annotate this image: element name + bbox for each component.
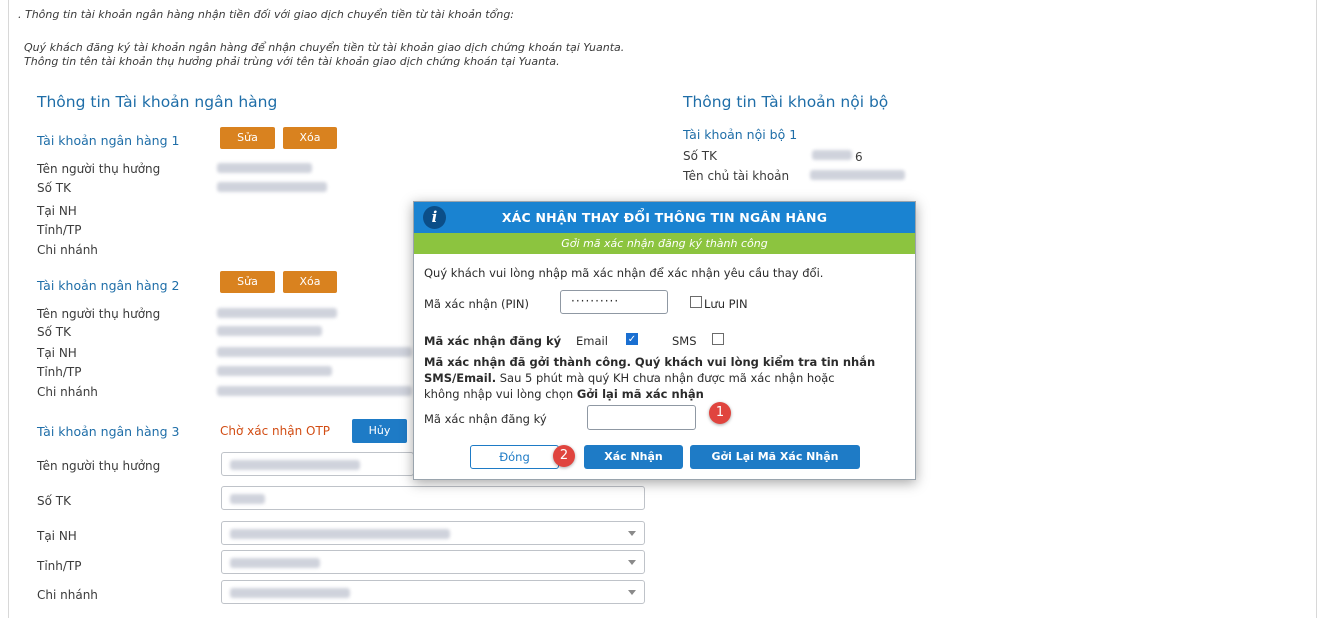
- acc2-account-no-value: [217, 326, 322, 336]
- reg-code-label: Mã xác nhận đăng ký: [424, 412, 547, 426]
- internal-owner-label: Tên chủ tài khoản: [683, 169, 790, 183]
- edit-account-1-button[interactable]: Sửa: [220, 127, 275, 149]
- intro-line-1: . Thông tin tài khoản ngân hàng nhận tiề…: [18, 8, 515, 21]
- internal-account-no-label: Số TK: [683, 149, 717, 163]
- acc1-account-no-label: Số TK: [37, 181, 71, 195]
- confirm-change-dialog: i XÁC NHẬN THAY ĐỔI THÔNG TIN NGÂN HÀNG …: [413, 201, 916, 480]
- acc3-bank-label: Tại NH: [37, 529, 77, 543]
- email-checkbox[interactable]: ✓: [626, 333, 638, 345]
- otp-status-label: Chờ xác nhận OTP: [220, 424, 331, 438]
- pin-label: Mã xác nhận (PIN): [424, 297, 529, 311]
- sms-label: SMS: [672, 334, 697, 348]
- intro-line-2: Quý khách đăng ký tài khoản ngân hàng để…: [24, 41, 625, 54]
- acc3-branch-select[interactable]: [221, 580, 645, 604]
- step-1-badge: 1: [709, 402, 731, 424]
- cancel-account-3-button[interactable]: Hủy: [352, 419, 407, 443]
- notice-line-3-text: không nhập vui lòng chọn: [424, 387, 577, 401]
- chevron-down-icon: [628, 531, 636, 536]
- success-banner: Gởi mã xác nhận đăng ký thành công: [414, 233, 915, 254]
- acc2-branch-value: [217, 386, 412, 396]
- reg-code-input[interactable]: [587, 405, 696, 430]
- acc2-bank-value: [217, 347, 412, 357]
- sms-checkbox[interactable]: [712, 333, 724, 345]
- acc1-province-label: Tỉnh/TP: [37, 223, 82, 237]
- acc2-bank-label: Tại NH: [37, 346, 77, 360]
- dialog-title: XÁC NHẬN THAY ĐỔI THÔNG TIN NGÂN HÀNG: [501, 210, 828, 225]
- acc2-account-no-label: Số TK: [37, 325, 71, 339]
- save-pin-checkbox[interactable]: [690, 296, 702, 308]
- confirm-button[interactable]: Xác Nhận: [584, 445, 683, 469]
- acc2-beneficiary-value: [217, 308, 337, 318]
- internal-account-no-value: [812, 150, 852, 160]
- internal-section-title: Thông tin Tài khoản nội bộ: [683, 93, 889, 111]
- acc3-account-no-label: Số TK: [37, 494, 71, 508]
- notice-rest: Sau 5 phút mà quý KH chưa nhận được mã x…: [496, 371, 835, 385]
- acc2-branch-label: Chi nhánh: [37, 385, 98, 399]
- notice-line-3: không nhập vui lòng chọn Gởi lại mã xác …: [424, 387, 704, 401]
- notice-bold-2: SMS/Email.: [424, 371, 497, 385]
- acc3-beneficiary-field[interactable]: [221, 452, 414, 476]
- intro-line-3: Thông tin tên tài khoản thụ hưởng phải t…: [24, 55, 560, 68]
- acc3-account-no-field[interactable]: [221, 486, 645, 510]
- save-pin-label: Lưu PIN: [704, 297, 748, 311]
- bank-section-title: Thông tin Tài khoản ngân hàng: [37, 93, 278, 111]
- internal-owner-value: [810, 170, 905, 180]
- acc1-beneficiary-value: [217, 163, 312, 173]
- close-button[interactable]: Đóng: [470, 445, 559, 469]
- dialog-instruction: Quý khách vui lòng nhập mã xác nhận để x…: [424, 266, 824, 280]
- acc3-branch-label: Chi nhánh: [37, 588, 98, 602]
- acc3-beneficiary-label: Tên người thụ hưởng: [37, 459, 161, 473]
- internal-account-no-tail: 6: [855, 150, 863, 164]
- acc2-province-value: [217, 366, 332, 376]
- acc1-bank-label: Tại NH: [37, 204, 77, 218]
- step-2-badge: 2: [553, 445, 575, 467]
- email-label: Email: [576, 334, 608, 348]
- acc3-province-label: Tỉnh/TP: [37, 559, 82, 573]
- acc1-branch-label: Chi nhánh: [37, 243, 98, 257]
- chevron-down-icon: [628, 560, 636, 565]
- acc2-beneficiary-label: Tên người thụ hưởng: [37, 307, 161, 321]
- notice-line-1: Mã xác nhận đã gởi thành công. Quý khách…: [424, 355, 876, 369]
- reg-method-label: Mã xác nhận đăng ký: [424, 334, 562, 348]
- delete-account-2-button[interactable]: Xóa: [283, 271, 337, 293]
- edit-account-2-button[interactable]: Sửa: [220, 271, 275, 293]
- resend-hint-link: Gởi lại mã xác nhận: [576, 387, 704, 401]
- delete-account-1-button[interactable]: Xóa: [283, 127, 337, 149]
- bank-account-1-title: Tài khoản ngân hàng 1: [37, 133, 180, 148]
- dialog-header: i XÁC NHẬN THAY ĐỔI THÔNG TIN NGÂN HÀNG: [414, 202, 915, 233]
- acc3-province-select[interactable]: [221, 550, 645, 574]
- resend-code-button[interactable]: Gởi Lại Mã Xác Nhận: [690, 445, 860, 469]
- bank-account-2-title: Tài khoản ngân hàng 2: [37, 278, 180, 293]
- acc2-province-label: Tỉnh/TP: [37, 365, 82, 379]
- internal-account-1-title: Tài khoản nội bộ 1: [683, 127, 798, 142]
- acc1-account-no-value: [217, 182, 327, 192]
- acc3-bank-select[interactable]: [221, 521, 645, 545]
- notice-line-2: SMS/Email. Sau 5 phút mà quý KH chưa nhậ…: [424, 371, 835, 385]
- pin-input[interactable]: ··········: [560, 290, 668, 314]
- bank-account-3-title: Tài khoản ngân hàng 3: [37, 424, 180, 439]
- acc1-beneficiary-label: Tên người thụ hưởng: [37, 162, 161, 176]
- chevron-down-icon: [628, 590, 636, 595]
